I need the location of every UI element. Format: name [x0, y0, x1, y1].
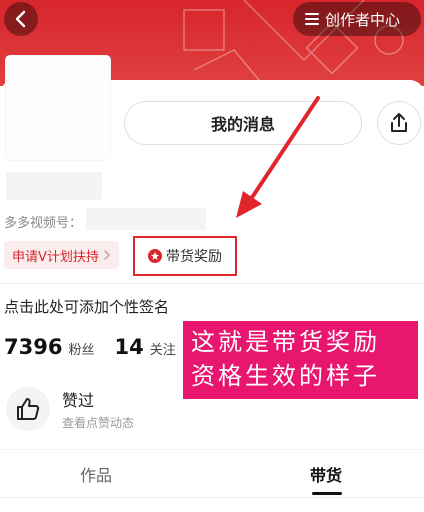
fans-count[interactable]: 7396 [4, 335, 62, 359]
duoduo-id-label: 多多视频号： [4, 216, 83, 231]
likes-title[interactable]: 赞过 [62, 387, 94, 411]
following-label[interactable]: 关注 [150, 339, 176, 358]
annotation-overlay: 这就是带货奖励 资格生效的样子 [183, 321, 418, 399]
v-plan-tag[interactable]: 申请V计划扶持 [4, 241, 119, 269]
divider [0, 283, 424, 284]
back-button[interactable] [4, 2, 38, 36]
share-button[interactable] [377, 101, 421, 145]
annotation-line-2: 资格生效的样子 [191, 362, 380, 390]
star-badge-icon [148, 249, 162, 263]
content-tabs: 作品 带货 [0, 449, 424, 497]
share-icon [391, 113, 407, 132]
active-tab-indicator [312, 492, 342, 495]
duoduo-id-redacted [86, 208, 206, 230]
my-messages-button[interactable]: 我的消息 [124, 101, 362, 145]
fans-label[interactable]: 粉丝 [68, 339, 94, 358]
avatar[interactable] [6, 56, 110, 160]
v-plan-label: 申请V计划扶持 [12, 249, 99, 265]
stats-row: 7396 粉丝 14 关注 [4, 335, 190, 359]
signature-placeholder[interactable]: 点击此处可添加个性签名 [4, 296, 169, 317]
tab-goods[interactable]: 带货 [310, 462, 342, 486]
creator-center-button[interactable]: 创作者中心 [293, 2, 421, 36]
thumbs-up-icon[interactable] [6, 387, 50, 431]
tab-works[interactable]: 作品 [80, 462, 112, 486]
divider [0, 497, 424, 498]
nickname-redacted [6, 172, 102, 200]
annotation-line-1: 这就是带货奖励 [191, 328, 380, 356]
reward-label: 带货奖励 [166, 249, 222, 265]
chevron-right-icon [104, 250, 110, 260]
menu-icon [305, 13, 319, 25]
reward-highlight-box: 带货奖励 [133, 236, 237, 276]
chevron-left-icon [15, 10, 26, 28]
creator-center-label: 创作者中心 [325, 10, 401, 29]
following-count[interactable]: 14 [114, 335, 143, 359]
likes-subtitle[interactable]: 查看点赞动态 [62, 414, 134, 431]
my-messages-label: 我的消息 [210, 115, 275, 134]
reward-tag[interactable]: 带货奖励 [144, 242, 226, 270]
